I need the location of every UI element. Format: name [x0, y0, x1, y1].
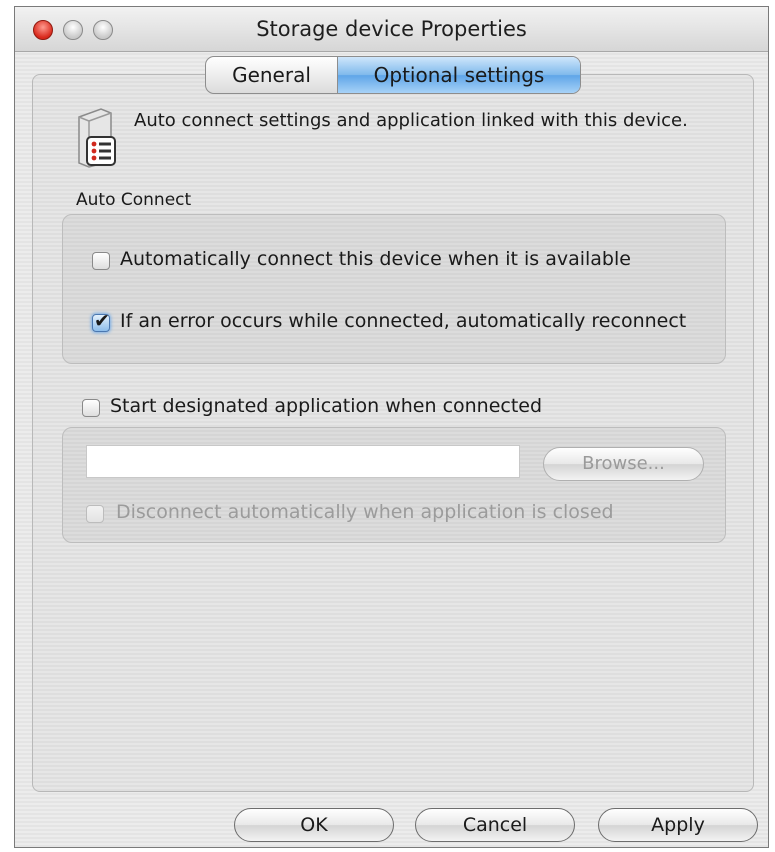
auto-connect-section-label: Auto Connect	[76, 190, 192, 210]
apply-button[interactable]: Apply	[598, 808, 758, 842]
start-application-label[interactable]: Start designated application when connec…	[110, 395, 542, 417]
auto-connect-checkbox[interactable]	[92, 252, 110, 270]
checkmark-icon: ✔	[94, 310, 110, 332]
disconnect-on-close-label[interactable]: Disconnect automatically when applicatio…	[116, 501, 614, 523]
start-application-checkbox[interactable]	[82, 399, 100, 417]
auto-connect-label[interactable]: Automatically connect this device when i…	[120, 248, 631, 270]
tab-general[interactable]: General	[206, 57, 338, 93]
disconnect-on-close-checkbox[interactable]	[86, 505, 104, 523]
browse-button[interactable]: Browse...	[543, 447, 704, 481]
properties-window: Storage device Properties General Option…	[14, 6, 769, 848]
application-path-field[interactable]	[86, 445, 520, 478]
tab-bar: General Optional settings	[205, 56, 581, 94]
device-settings-icon	[78, 108, 116, 168]
description-text: Auto connect settings and application li…	[134, 110, 688, 131]
tab-optional-settings[interactable]: Optional settings	[338, 57, 580, 93]
cancel-button[interactable]: Cancel	[415, 808, 575, 842]
auto-reconnect-label[interactable]: If an error occurs while connected, auto…	[120, 310, 686, 332]
auto-reconnect-checkbox[interactable]: ✔	[92, 310, 110, 332]
window-title: Storage device Properties	[256, 17, 527, 41]
title-bar[interactable]: Storage device Properties	[15, 7, 768, 52]
ok-button[interactable]: OK	[234, 808, 394, 842]
auto-connect-group	[62, 214, 726, 364]
